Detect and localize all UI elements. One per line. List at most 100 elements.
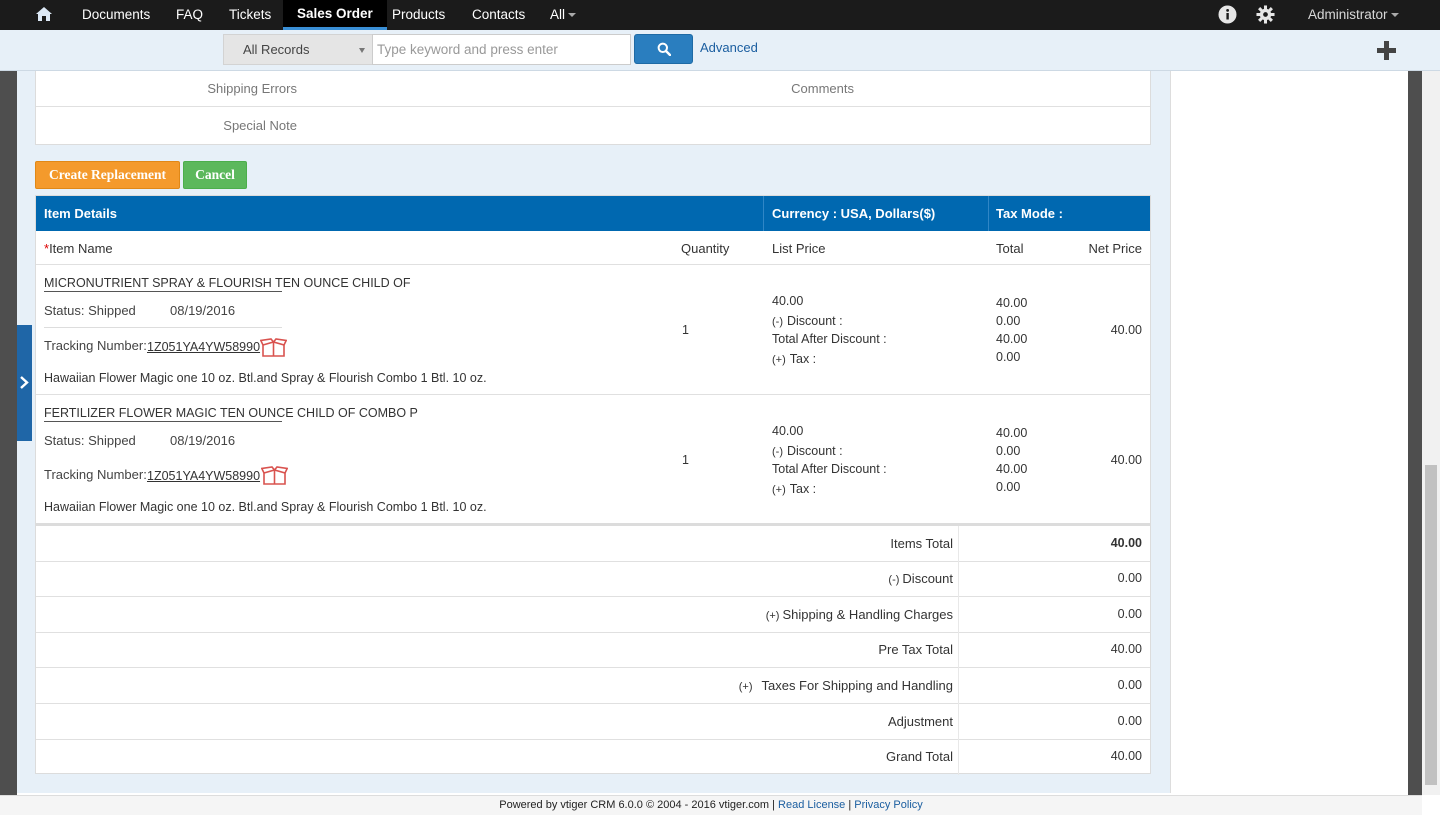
item-details-title: Item Details	[44, 206, 117, 221]
currency-label: Currency : USA, Dollars($)	[772, 206, 936, 221]
chevron-down-icon	[359, 48, 365, 53]
shipping-taxes-link[interactable]: (+) Taxes For Shipping and Handling	[739, 678, 953, 693]
nav-faq[interactable]: FAQ	[176, 0, 203, 30]
col-quantity: Quantity	[681, 241, 730, 256]
row-divider	[36, 264, 1150, 265]
gear-icon[interactable]	[1256, 5, 1275, 24]
grand-total-value: 40.00	[1110, 749, 1142, 763]
plus-sign: (+)	[772, 354, 786, 366]
discount-link[interactable]: (-) Discount :	[772, 444, 843, 458]
item-name[interactable]: MICRONUTRIENT SPRAY & FLOURISH TEN OUNCE…	[44, 276, 410, 290]
form-row-special-note: Special Note	[36, 108, 1150, 144]
plus-sign: (+)	[772, 484, 786, 496]
header-divider	[988, 196, 989, 231]
col-list-price: List Price	[772, 241, 826, 256]
label-comments: Comments	[791, 81, 854, 96]
minus-sign: (-)	[888, 574, 900, 586]
item-name-underline	[44, 291, 282, 292]
nav-all-menu[interactable]: All	[550, 0, 577, 30]
left-gutter	[0, 71, 17, 795]
sidebar-toggle[interactable]	[17, 325, 32, 441]
plus-sign: (+)	[765, 610, 780, 622]
overall-discount-link[interactable]: (-) Discount	[888, 571, 953, 586]
chevron-right-icon	[20, 376, 29, 389]
records-select[interactable]: All Records	[223, 34, 373, 65]
divider	[958, 739, 959, 775]
tracking-label: Tracking Number:	[44, 467, 147, 482]
search-bar: All Records Advanced	[0, 30, 1440, 71]
shipping-taxes-value: 0.00	[1117, 678, 1142, 692]
discount-label: Discount :	[787, 314, 843, 328]
item-date: 08/19/2016	[170, 433, 236, 448]
item-total-after-discount: 40.00	[996, 332, 1028, 346]
scrollbar-thumb[interactable]	[1425, 465, 1437, 785]
tax-label: Tax :	[789, 352, 817, 366]
footer-separator: |	[772, 799, 775, 811]
item-description: Hawaiian Flower Magic one 10 oz. Btl.and…	[44, 500, 487, 514]
item-status: Status: Shipped	[44, 433, 136, 448]
info-icon[interactable]	[1218, 5, 1237, 24]
label-special-note: Special Note	[223, 118, 297, 133]
cancel-button[interactable]: Cancel	[183, 161, 247, 189]
total-after-discount-label: Total After Discount :	[772, 332, 887, 346]
adjustment-value: 0.00	[1117, 714, 1142, 728]
totals-row-grand-total: Grand Total 40.00	[36, 739, 1150, 775]
discount-link[interactable]: (-) Discount :	[772, 314, 843, 328]
nav-all-label: All	[550, 7, 566, 22]
right-panel	[1170, 71, 1408, 793]
home-icon[interactable]	[35, 5, 53, 23]
tracking-label: Tracking Number:	[44, 338, 147, 353]
nav-documents[interactable]: Documents	[82, 0, 150, 30]
footer-separator: |	[848, 799, 852, 811]
right-gutter	[1408, 71, 1422, 795]
discount-value: 0.00	[1117, 571, 1142, 585]
items-table-header: Item Details Currency : USA, Dollars($) …	[36, 196, 1150, 231]
tax-link[interactable]: (+) Tax :	[772, 482, 816, 496]
shipping-charges-link[interactable]: (+) Shipping & Handling Charges	[766, 607, 953, 622]
adjustment-label: Adjustment	[887, 714, 953, 729]
search-button[interactable]	[634, 34, 693, 64]
shipping-label: Shipping & Handling Charges	[782, 607, 953, 622]
item-quantity: 1	[682, 453, 689, 467]
col-item-name: *Item Name	[44, 241, 113, 256]
search-input[interactable]	[372, 34, 631, 65]
nav-products[interactable]: Products	[392, 0, 445, 30]
totals-row-shipping-taxes: (+) Taxes For Shipping and Handling 0.00	[36, 668, 1150, 704]
advanced-search-link[interactable]: Advanced	[700, 40, 758, 55]
records-select-value: All Records	[243, 42, 310, 57]
totals-row-items-total: Items Total 40.00	[36, 526, 1150, 562]
shipping-value: 0.00	[1117, 607, 1142, 621]
tax-link[interactable]: (+) Tax :	[772, 352, 816, 366]
divider	[958, 668, 959, 704]
totals-row-pre-tax: Pre Tax Total 40.00	[36, 632, 1150, 668]
form-row-shipping-errors: Shipping Errors Comments	[36, 71, 1150, 107]
totals-table: Items Total 40.00 (-) Discount 0.00 (+) Sh…	[35, 524, 1151, 775]
read-license-link[interactable]: Read License	[778, 799, 845, 811]
item-name[interactable]: FERTILIZER FLOWER MAGIC TEN OUNCE CHILD …	[44, 406, 418, 420]
list-price: 40.00	[772, 424, 804, 438]
discount-label: Discount :	[787, 444, 843, 458]
divider	[958, 632, 959, 668]
top-navbar: Documents FAQ Tickets Sales Order Produc…	[0, 0, 1440, 30]
create-replacement-button[interactable]: Create Replacement	[35, 161, 180, 189]
item-tax: 0.00	[996, 350, 1021, 364]
powered-by-text: Powered by vtiger CRM 6.0.0 © 2004 - 201…	[499, 799, 716, 811]
minus-sign: (-)	[772, 316, 783, 328]
user-menu[interactable]: Administrator	[1308, 0, 1399, 30]
plus-icon[interactable]	[1377, 41, 1396, 60]
item-name-underline	[44, 421, 282, 422]
item-total: 40.00	[996, 296, 1028, 310]
tracking-number-link[interactable]: 1Z051YA4YW58990	[147, 469, 260, 483]
box-icon[interactable]	[261, 466, 288, 486]
box-icon[interactable]	[260, 338, 287, 358]
privacy-policy-link[interactable]: Privacy Policy	[854, 799, 922, 811]
tracking-number-link[interactable]: 1Z051YA4YW58990	[147, 340, 260, 354]
tax-mode-label: Tax Mode :	[996, 206, 1063, 221]
nav-contacts[interactable]: Contacts	[472, 0, 525, 30]
nav-sales-order[interactable]: Sales Order	[283, 0, 387, 30]
vtiger-link[interactable]: vtiger.com	[719, 799, 769, 811]
nav-tickets[interactable]: Tickets	[229, 0, 271, 30]
header-divider	[763, 196, 764, 231]
total-after-discount-label: Total After Discount :	[772, 462, 887, 476]
item-discount: 0.00	[996, 314, 1021, 328]
